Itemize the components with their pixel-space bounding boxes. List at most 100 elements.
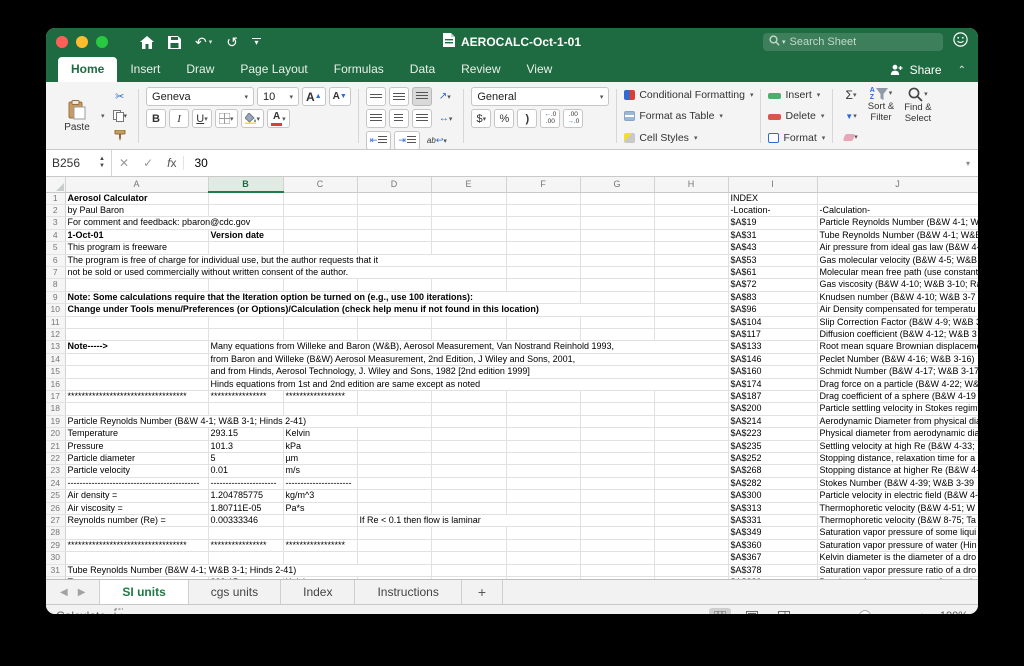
grid-cell[interactable] [431,204,506,216]
grid-cell[interactable]: For comment and feedback: pbaron@cdc.gov [65,217,283,229]
format-as-table-button[interactable]: Format as Table▾ [624,109,753,124]
align-middle-button[interactable] [389,87,409,106]
grid-cell[interactable] [506,192,580,204]
grid-cell[interactable] [506,217,580,229]
grid-cell[interactable] [654,192,728,204]
grid-cell[interactable] [654,502,728,514]
prev-sheet-icon[interactable]: ◀ [60,587,68,598]
grid-cell[interactable] [654,539,728,551]
col-header-C[interactable]: C [283,177,357,192]
grid-cell[interactable] [357,217,431,229]
grid-cell[interactable] [357,490,431,502]
grid-cell[interactable]: Thermophoretic velocity (B&W 8-75; Ta [817,515,978,527]
grid-cell[interactable]: $A$83 [728,291,817,303]
increase-font-size-button[interactable]: A▲ [302,87,326,106]
cell-styles-button[interactable]: Cell Styles▾ [624,130,753,145]
grid-cell[interactable] [654,316,728,328]
grid-cell[interactable]: $A$117 [728,328,817,340]
row-header[interactable]: 14 [46,353,65,365]
grid-cell[interactable] [654,490,728,502]
align-right-button[interactable] [412,109,432,128]
grid-cell[interactable]: Particle Reynolds Number (B&W 4-1; W&B 3… [65,415,431,427]
grid-cell[interactable] [654,391,728,403]
grid-cell[interactable]: Thermophoretic velocity (B&W 4-51; W [817,502,978,514]
grid-cell[interactable]: $A$313 [728,502,817,514]
grid-cell[interactable]: ---------------------- [208,477,283,489]
grid-cell[interactable]: Saturation vapor pressure of some liqui [817,527,978,539]
grid-cell[interactable] [431,192,506,204]
row-header[interactable]: 20 [46,428,65,440]
grid-cell[interactable] [357,242,431,254]
autosum-button[interactable]: Σ▾ [840,88,862,102]
grid-cell[interactable] [65,316,208,328]
col-header-H[interactable]: H [654,177,728,192]
grid-cell[interactable]: ----------------------------------------… [65,477,208,489]
row-header[interactable]: 1 [46,192,65,204]
find-select-button[interactable]: ▾ Find & Select [900,87,935,145]
grid-cell[interactable]: Kelvin [283,428,357,440]
grid-cell[interactable]: $A$349 [728,527,817,539]
row-header[interactable]: 18 [46,403,65,415]
grid-cell[interactable]: $A$187 [728,391,817,403]
grid-cell[interactable] [580,515,654,527]
grid-cell[interactable]: by Paul Baron [65,204,208,216]
grid-cell[interactable] [506,328,580,340]
tab-home[interactable]: Home [58,57,117,82]
grid-cell[interactable]: This program is freeware [65,242,208,254]
tab-draw[interactable]: Draw [173,57,227,82]
grid-cell[interactable]: -Location- [728,204,817,216]
grid-cell[interactable] [431,391,506,403]
grid-cell[interactable]: $A$160 [728,366,817,378]
grid-cell[interactable] [580,204,654,216]
row-header[interactable]: 10 [46,304,65,316]
grid-cell[interactable] [580,192,654,204]
grid-cell[interactable] [580,527,654,539]
grid-cell[interactable]: Note-----> [65,341,208,353]
grid-cell[interactable]: $A$96 [728,304,817,316]
tab-view[interactable]: View [514,57,566,82]
paste-dropdown-icon[interactable]: ▾ [101,112,105,120]
page-layout-view-icon[interactable] [741,608,763,614]
row-header[interactable]: 5 [46,242,65,254]
grid-cell[interactable]: Tube Reynolds Number (B&W 4-1; W&B 3-1; … [65,564,431,576]
grid-cell[interactable] [431,415,506,427]
grid-cell[interactable]: ********************************** [65,539,208,551]
grid-cell[interactable]: $A$104 [728,316,817,328]
grid-cell[interactable] [580,477,654,489]
save-icon[interactable] [168,36,181,49]
grid-cell[interactable] [654,328,728,340]
grid-cell[interactable]: Saturation vapor pressure ratio of a dro [817,564,978,576]
sheet-tab-index[interactable]: Index [281,580,355,604]
grid-cell[interactable] [506,527,580,539]
grid-cell[interactable] [283,515,357,527]
grid-cell[interactable]: ***************** [283,391,357,403]
grid-cell[interactable] [506,229,580,241]
grid-cell[interactable] [431,502,506,514]
grid-cell[interactable]: 1.80711E-05 [208,502,283,514]
grid-cell[interactable] [580,552,654,564]
row-header[interactable]: 15 [46,366,65,378]
row-header[interactable]: 23 [46,465,65,477]
grid-cell[interactable]: Air pressure from ideal gas law (B&W 4- [817,242,978,254]
expand-formula-bar-icon[interactable]: ▾ [966,159,978,168]
grid-cell[interactable]: µm [283,453,357,465]
grid-cell[interactable] [654,440,728,452]
grid-cell[interactable] [506,415,580,427]
fill-dropdown-icon[interactable]: ▾ [853,112,857,120]
grid-cell[interactable]: $A$53 [728,254,817,266]
grid-cell[interactable] [283,279,357,291]
format-painter-icon[interactable] [109,127,132,144]
grid-cell[interactable] [580,229,654,241]
grid-cell[interactable]: Tube Reynolds Number (B&W 4-1; W&B [817,229,978,241]
grid-cell[interactable]: Aerodynamic Diameter from physical dia [817,415,978,427]
grid-cell[interactable]: $A$360 [728,539,817,551]
col-header-J[interactable]: J [817,177,978,192]
grid-cell[interactable]: Air viscosity = [65,502,208,514]
grid-cell[interactable] [506,391,580,403]
font-name-select[interactable]: Geneva▾ [146,87,254,106]
grid-cell[interactable] [580,328,654,340]
grid-cell[interactable]: ***************** [283,539,357,551]
grid-cell[interactable] [357,403,431,415]
grid-cell[interactable] [357,477,431,489]
col-header-A[interactable]: A [65,177,208,192]
